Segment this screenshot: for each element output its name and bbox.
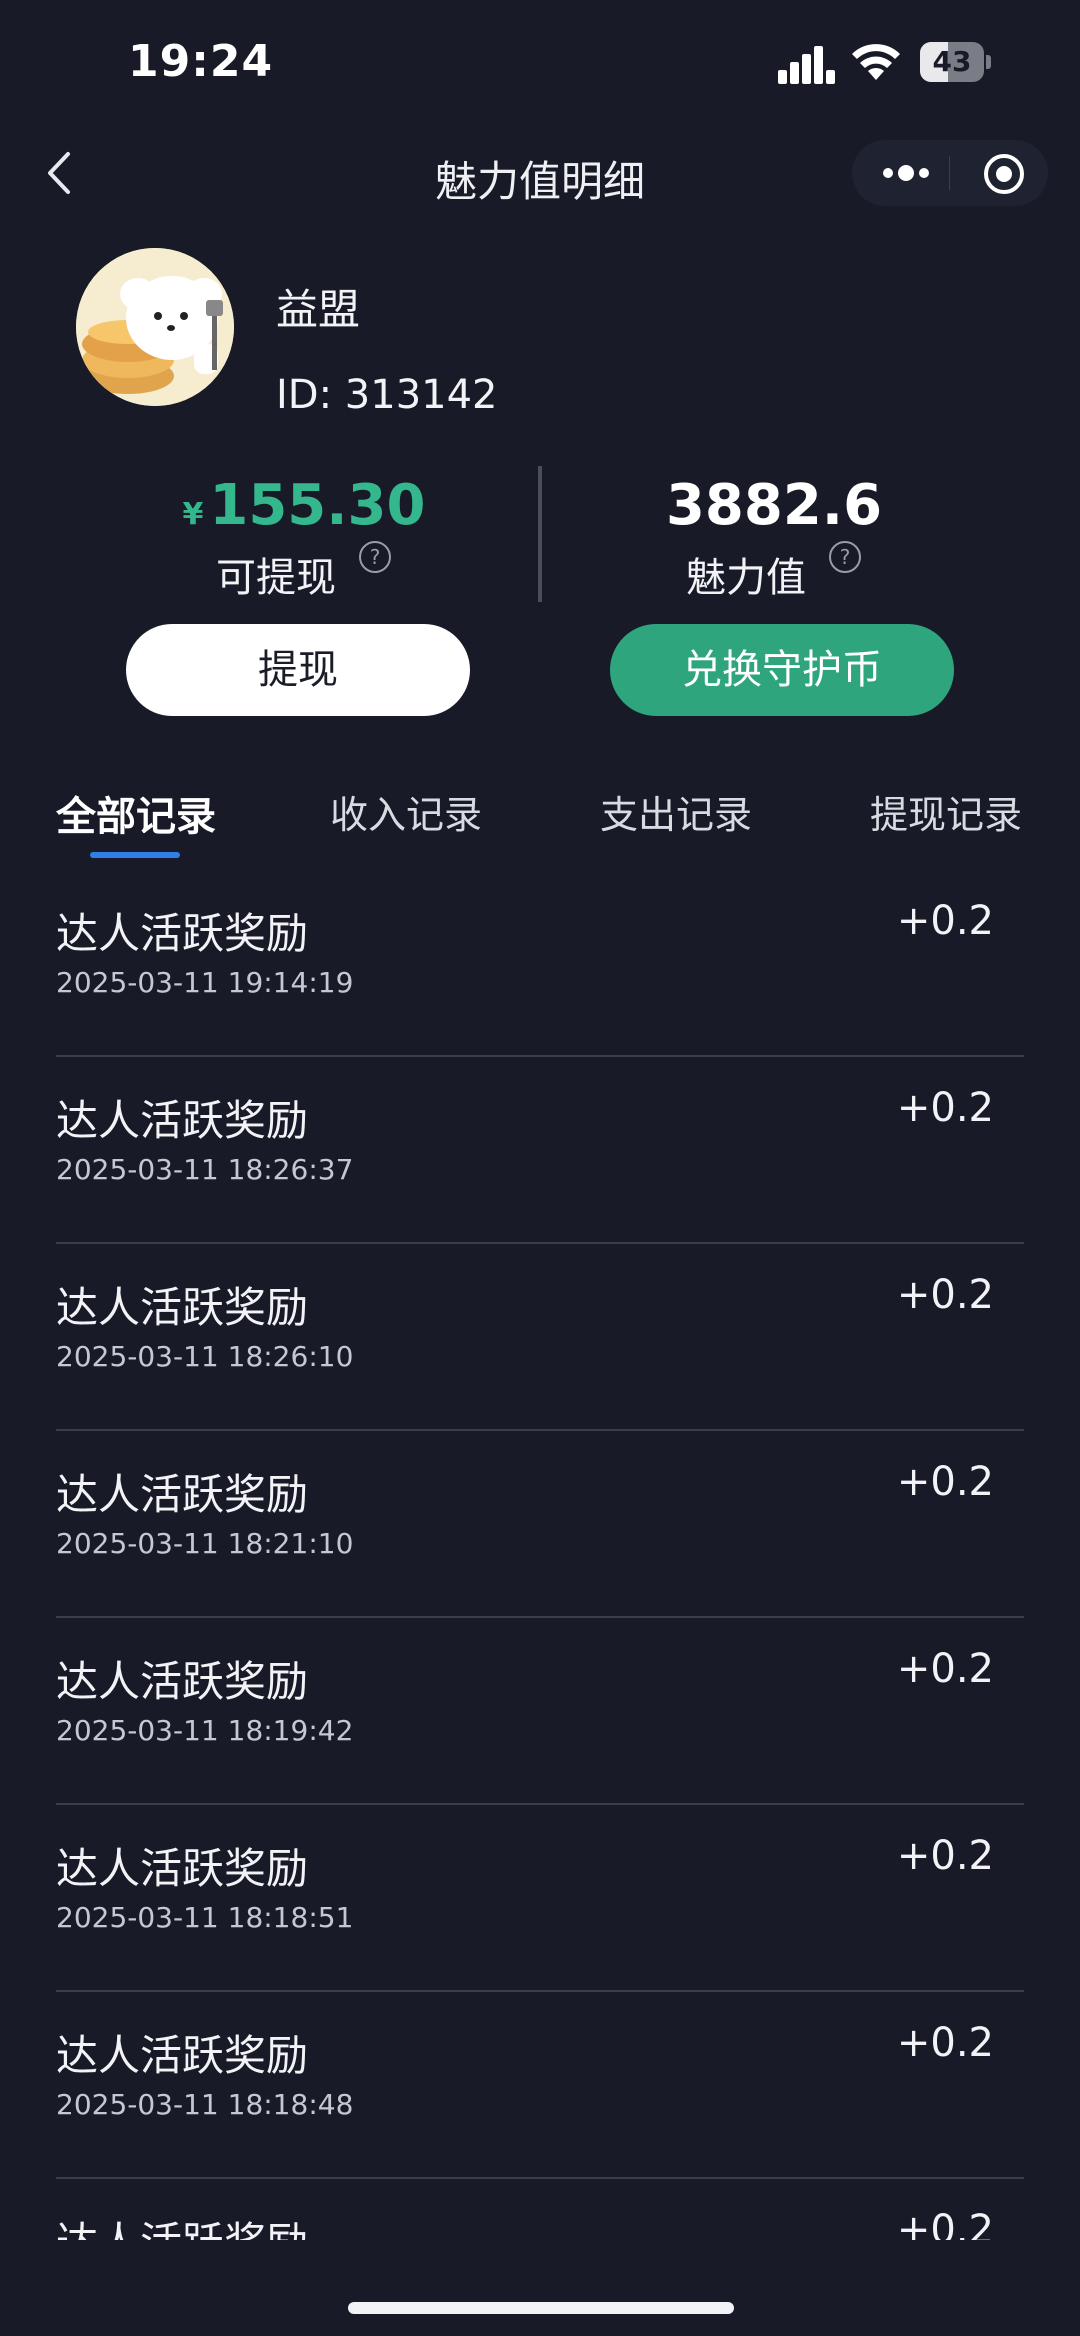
tab-expense-records[interactable]: 支出记录 — [600, 784, 752, 839]
list-item[interactable]: 达人活跃奖励 2025-03-11 18:26:10 +0.2 — [0, 1244, 1080, 1431]
list-item[interactable]: 达人活跃奖励 2025-03-11 18:18:51 +0.2 — [0, 1805, 1080, 1992]
list-item[interactable]: 达人活跃奖励 2025-03-11 18:26:37 +0.2 — [0, 1057, 1080, 1244]
record-time: 2025-03-11 18:18:51 — [56, 1901, 354, 1934]
list-item[interactable]: 达人活跃奖励 2025-03-11 18:19:42 +0.2 — [0, 1618, 1080, 1805]
record-title: 达人活跃奖励 — [56, 1470, 309, 1519]
withdrawable-value-row: ¥155.30 — [84, 470, 524, 542]
wifi-icon — [852, 44, 900, 80]
avatar[interactable] — [76, 248, 234, 406]
withdraw-button[interactable]: 提现 — [126, 624, 470, 716]
withdrawable-label-row: 可提现? — [84, 541, 524, 606]
tab-income-records[interactable]: 收入记录 — [330, 784, 482, 839]
record-time: 2025-03-11 18:19:42 — [56, 1714, 354, 1747]
battery-indicator: 43 — [920, 42, 992, 82]
tab-all-records[interactable]: 全部记录 — [56, 784, 216, 842]
charm-label-row: 魅力值? — [554, 541, 994, 606]
charm-value-stat: 3882.6 魅力值? — [554, 470, 994, 606]
list-item[interactable]: 达人活跃奖励 2025-03-11 19:14:19 +0.2 — [0, 870, 1080, 1057]
active-tab-indicator — [90, 852, 180, 858]
home-indicator[interactable] — [348, 2302, 734, 2314]
record-amount: +0.2 — [896, 1646, 994, 1692]
record-time: 2025-03-11 18:21:10 — [56, 1527, 354, 1560]
record-amount: +0.2 — [896, 1833, 994, 1879]
withdrawable-amount: 155.30 — [209, 473, 426, 538]
miniprogram-capsule — [852, 140, 1048, 206]
record-amount: +0.2 — [896, 898, 994, 944]
help-icon[interactable]: ? — [828, 540, 862, 574]
record-title: 达人活跃奖励 — [56, 2031, 309, 2080]
record-amount: +0.2 — [896, 1272, 994, 1318]
status-bar: 19:24 43 — [0, 0, 1080, 130]
record-time: 2025-03-11 18:26:10 — [56, 1340, 354, 1373]
user-id: ID: 313142 — [276, 372, 498, 418]
list-item[interactable]: 达人活跃奖励 +0.2 — [0, 2179, 1080, 2240]
list-item[interactable]: 达人活跃奖励 2025-03-11 18:18:48 +0.2 — [0, 1992, 1080, 2179]
tab-withdraw-records[interactable]: 提现记录 — [870, 784, 1022, 839]
capsule-divider — [949, 156, 950, 190]
record-amount: +0.2 — [896, 1085, 994, 1131]
record-title: 达人活跃奖励 — [56, 1283, 309, 1332]
svg-text:?: ? — [840, 545, 851, 569]
record-time: 2025-03-11 19:14:19 — [56, 966, 354, 999]
records-list[interactable]: 达人活跃奖励 2025-03-11 19:14:19 +0.2 达人活跃奖励 2… — [0, 870, 1080, 2240]
list-item[interactable]: 达人活跃奖励 2025-03-11 18:21:10 +0.2 — [0, 1431, 1080, 1618]
record-amount: +0.2 — [896, 1459, 994, 1505]
svg-text:?: ? — [370, 545, 381, 569]
record-time: 2025-03-11 18:18:48 — [56, 2088, 354, 2121]
cellular-signal-icon — [778, 46, 835, 84]
close-target-icon[interactable] — [982, 152, 1026, 196]
record-time: 2025-03-11 18:26:37 — [56, 1153, 354, 1186]
withdrawable-label: 可提现 — [216, 555, 336, 601]
record-amount: +0.2 — [896, 2020, 994, 2066]
stats-divider — [538, 466, 542, 602]
help-icon[interactable]: ? — [358, 540, 392, 574]
charm-value: 3882.6 — [665, 473, 883, 538]
record-title: 达人活跃奖励 — [56, 2209, 308, 2240]
record-amount: +0.2 — [896, 2207, 994, 2240]
more-icon[interactable] — [878, 154, 934, 192]
record-title: 达人活跃奖励 — [56, 1657, 309, 1706]
record-title: 达人活跃奖励 — [56, 909, 309, 958]
username: 益盟 — [276, 285, 361, 334]
record-title: 达人活跃奖励 — [56, 1096, 309, 1145]
exchange-guard-coin-button[interactable]: 兑换守护币 — [610, 624, 954, 716]
withdrawable-balance: ¥155.30 可提现? — [84, 470, 524, 606]
status-time: 19:24 — [128, 36, 274, 87]
battery-percentage: 43 — [932, 45, 972, 78]
charm-label: 魅力值 — [686, 555, 806, 601]
record-title: 达人活跃奖励 — [56, 1844, 309, 1893]
avatar-illustration — [76, 248, 234, 406]
currency-symbol: ¥ — [182, 497, 204, 532]
